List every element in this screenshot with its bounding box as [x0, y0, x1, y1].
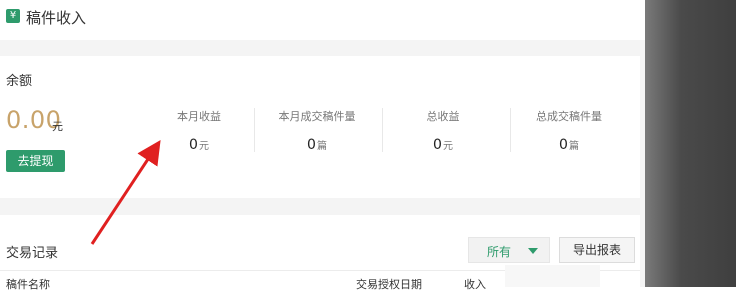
annotation-arrow-icon: [90, 139, 161, 245]
